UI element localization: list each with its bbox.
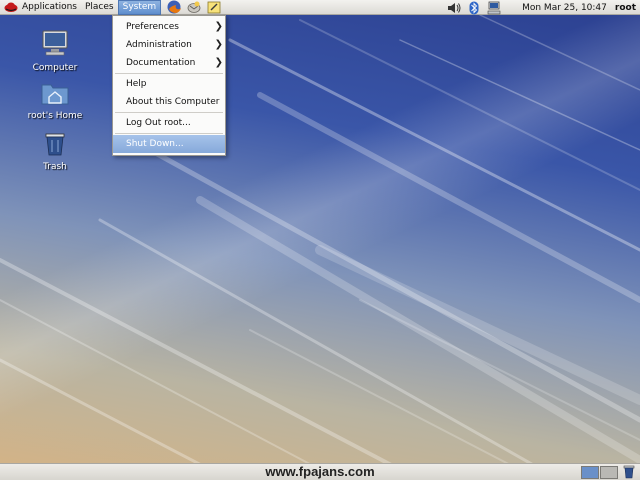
system-tray: Mon Mar 25, 10:47 root (444, 0, 640, 15)
network-icon[interactable] (487, 1, 501, 15)
watermark-text: www.fpajans.com (265, 464, 375, 479)
desktop-icon-trash[interactable]: Trash (20, 131, 90, 172)
workspace-1[interactable] (581, 466, 599, 479)
desktop-icon-home[interactable]: root's Home (20, 80, 90, 121)
menu-separator (115, 112, 223, 113)
menu-item-shut-down[interactable]: Shut Down... (113, 135, 225, 153)
menu-item-label: Help (126, 79, 147, 89)
redhat-logo-icon[interactable] (4, 0, 18, 14)
chevron-right-icon: ❯ (214, 21, 223, 32)
desktop-icon-label: Trash (43, 162, 67, 172)
firefox-icon[interactable] (167, 0, 182, 14)
menu-item-label: Preferences (126, 22, 179, 32)
evolution-mail-icon[interactable] (187, 0, 201, 14)
desktop-background[interactable]: Computer root's Home Trash (0, 0, 640, 480)
system-menu-button[interactable]: System (117, 0, 162, 15)
trash-applet-icon[interactable] (621, 465, 637, 479)
desktop-icon-label: root's Home (27, 111, 83, 121)
menu-item-help[interactable]: Help (113, 75, 225, 93)
menu-item-about-computer[interactable]: About this Computer (113, 93, 225, 111)
system-dropdown-menu: Preferences ❯ Administration ❯ Documenta… (112, 15, 226, 156)
wallpaper-streaks (0, 14, 640, 480)
applications-menu[interactable]: Applications (18, 0, 81, 15)
workspace-2[interactable] (600, 466, 618, 479)
volume-icon[interactable] (447, 1, 461, 15)
home-folder-icon (41, 84, 69, 105)
chevron-right-icon: ❯ (214, 39, 223, 50)
computer-icon (42, 30, 68, 56)
menu-item-label: Shut Down... (126, 139, 184, 149)
menu-separator (115, 73, 223, 74)
desktop-icon-label: Computer (32, 63, 78, 73)
bottom-panel: www.fpajans.com (0, 463, 640, 480)
menu-item-label: About this Computer (126, 97, 220, 107)
bluetooth-icon[interactable] (467, 1, 481, 15)
trash-icon (45, 133, 65, 156)
menu-separator (115, 133, 223, 134)
menu-item-label: Documentation (126, 58, 196, 68)
menu-item-log-out[interactable]: Log Out root... (113, 114, 225, 132)
menu-item-documentation[interactable]: Documentation ❯ (113, 54, 225, 72)
top-panel: Applications Places System Mon Mar 25, 1… (0, 0, 640, 15)
menu-item-preferences[interactable]: Preferences ❯ (113, 18, 225, 36)
menu-item-label: Administration (126, 40, 192, 50)
notes-icon[interactable] (207, 0, 221, 14)
user-menu[interactable]: root (615, 3, 636, 13)
clock[interactable]: Mon Mar 25, 10:47 (522, 3, 607, 13)
menu-item-label: Log Out root... (126, 118, 191, 128)
menu-item-administration[interactable]: Administration ❯ (113, 36, 225, 54)
places-menu[interactable]: Places (81, 0, 118, 15)
chevron-right-icon: ❯ (214, 57, 223, 68)
desktop-icon-computer[interactable]: Computer (20, 28, 90, 73)
workspace-switcher[interactable] (580, 466, 618, 479)
